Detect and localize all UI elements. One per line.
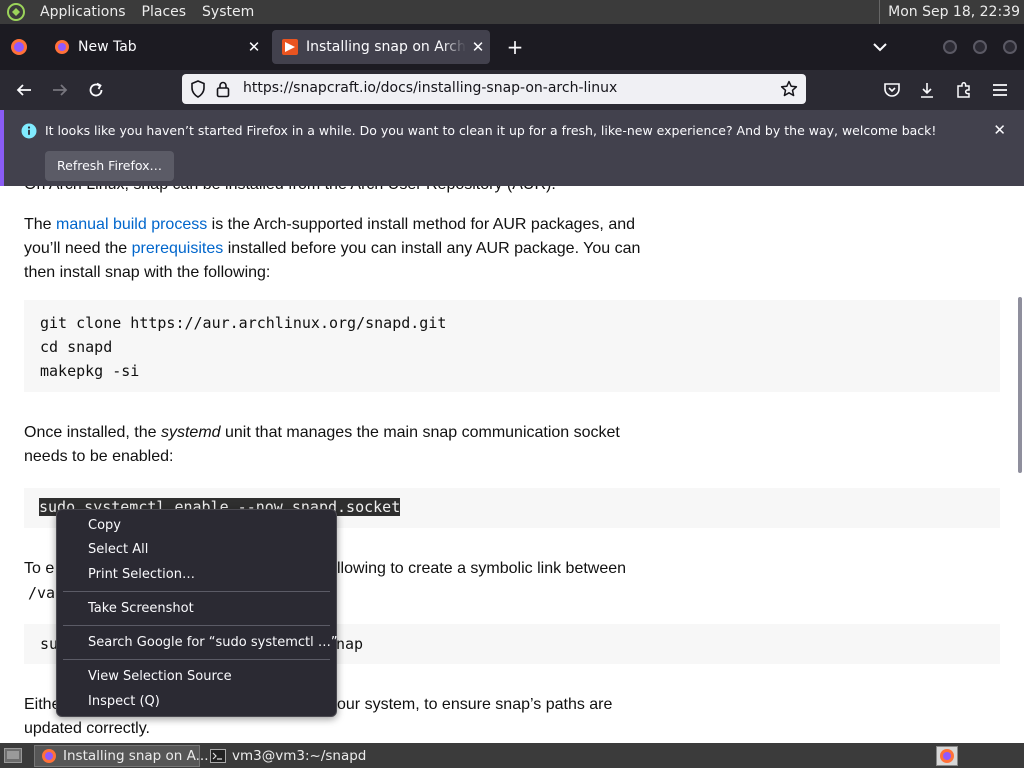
context-menu-item-take-screenshot[interactable]: Take Screenshot	[58, 598, 335, 620]
firefox-favicon-icon	[55, 40, 69, 54]
url-bar[interactable]: https://snapcraft.io/docs/installing-sna…	[182, 74, 806, 104]
tracking-protection-shield-icon[interactable]	[190, 80, 206, 98]
context-menu-item-copy[interactable]: Copy	[58, 515, 335, 537]
puzzle-piece-icon	[957, 81, 970, 98]
code-block-build: git clone https://aur.archlinux.org/snap…	[24, 300, 1000, 392]
download-icon	[921, 83, 933, 98]
context-menu-item-select-all[interactable]: Select All	[58, 539, 335, 561]
pocket-icon	[884, 83, 900, 97]
system-menu[interactable]: System	[194, 0, 262, 24]
top-panel: Applications Places System Mon Sep 18, 2…	[0, 0, 1024, 24]
tab-new-tab[interactable]: New Tab ✕	[44, 30, 266, 64]
context-menu: Copy Select All Print Selection… Take Sc…	[56, 509, 338, 717]
app-menu-button[interactable]	[988, 78, 1012, 102]
url-text[interactable]: https://snapcraft.io/docs/installing-sna…	[243, 80, 617, 96]
tab-title: New Tab	[78, 39, 137, 55]
notification-message: It looks like you haven’t started Firefo…	[45, 123, 937, 138]
pocket-button[interactable]	[880, 78, 904, 102]
code-line: git clone https://aur.archlinux.org/snap…	[40, 314, 447, 332]
scrollbar-thumb[interactable]	[1018, 297, 1022, 473]
info-icon	[21, 123, 37, 139]
hamburger-menu-icon	[993, 84, 1007, 96]
paragraph-paths-end: our system, to ensure snap’s paths are	[337, 696, 613, 713]
context-menu-item-print-selection[interactable]: Print Selection…	[58, 564, 335, 586]
context-menu-item-search-google[interactable]: Search Google for “sudo systemctl …”	[58, 632, 338, 654]
prerequisites-link[interactable]: prerequisites	[132, 240, 224, 257]
partial-top-paragraph: On Arch Linux, snap can be installed fro…	[24, 186, 724, 197]
downloads-button[interactable]	[915, 78, 939, 102]
taskbar-item-label: Installing snap on A...	[63, 748, 209, 764]
paragraph-paths-line2: updated correctly.	[24, 720, 150, 737]
taskbar: Installing snap on A... vm3@vm3:~/snapd	[0, 743, 1024, 768]
tab-strip: New Tab ✕ Installing snap on Arch Linux …	[0, 24, 1024, 70]
code-line: cd snapd	[40, 338, 113, 356]
snapcraft-favicon-icon	[282, 39, 298, 55]
context-menu-item-inspect[interactable]: Inspect (Q)	[58, 691, 335, 713]
minimize-button[interactable]	[943, 40, 957, 54]
firefox-icon	[940, 749, 954, 763]
taskbar-item-terminal[interactable]: vm3@vm3:~/snapd	[204, 745, 374, 767]
show-desktop-icon[interactable]	[4, 748, 22, 763]
paragraph-symlink-end: llowing to create a symbolic link betwee…	[337, 560, 627, 577]
lock-icon[interactable]	[216, 80, 230, 98]
maximize-button[interactable]	[973, 40, 987, 54]
paragraph-enable-socket: Once installed, the systemd unit that ma…	[24, 424, 620, 465]
refresh-notification-bar: It looks like you haven’t started Firefo…	[0, 110, 1024, 186]
forward-arrow-icon	[53, 84, 68, 96]
terminal-icon	[210, 749, 226, 763]
tab-close-icon[interactable]: ✕	[466, 38, 490, 56]
firefox-icon	[42, 749, 56, 763]
places-menu[interactable]: Places	[134, 0, 195, 24]
tab-close-icon[interactable]: ✕	[242, 38, 266, 56]
applications-menu[interactable]: Applications	[32, 0, 134, 24]
menu-separator	[63, 591, 330, 592]
code-line: nap	[336, 635, 364, 653]
paragraph-intro: The manual build process is the Arch-sup…	[24, 216, 641, 281]
forward-button[interactable]	[48, 78, 72, 102]
new-tab-button[interactable]: +	[503, 35, 527, 59]
extensions-button[interactable]	[952, 78, 976, 102]
menu-separator	[63, 625, 330, 626]
back-arrow-icon	[16, 84, 31, 96]
list-all-tabs-chevron-icon[interactable]	[868, 35, 892, 59]
tray-firefox-launcher[interactable]	[936, 746, 958, 766]
context-menu-item-view-selection-source[interactable]: View Selection Source	[58, 666, 335, 688]
nav-bar: https://snapcraft.io/docs/installing-sna…	[0, 70, 1024, 110]
taskbar-item-firefox[interactable]: Installing snap on A...	[34, 745, 209, 767]
back-button[interactable]	[12, 78, 36, 102]
bookmark-star-icon[interactable]	[780, 80, 798, 98]
reload-icon	[89, 82, 103, 97]
notification-close-icon[interactable]: ✕	[993, 121, 1006, 139]
firefox-view-icon[interactable]	[10, 38, 28, 56]
reload-button[interactable]	[84, 78, 108, 102]
close-window-button[interactable]	[1003, 40, 1017, 54]
distro-logo-icon[interactable]	[6, 2, 26, 22]
tab-title: Installing snap on Arch Linux	[306, 39, 466, 55]
menu-separator	[63, 659, 330, 660]
code-line: makepkg -si	[40, 362, 140, 380]
manual-build-process-link[interactable]: manual build process	[56, 216, 207, 233]
tab-installing-snap[interactable]: Installing snap on Arch Linux ✕	[272, 30, 490, 64]
clock[interactable]: Mon Sep 18, 22:39	[879, 0, 1020, 24]
refresh-firefox-button[interactable]: Refresh Firefox…	[45, 151, 175, 181]
taskbar-item-label: vm3@vm3:~/snapd	[232, 748, 367, 764]
